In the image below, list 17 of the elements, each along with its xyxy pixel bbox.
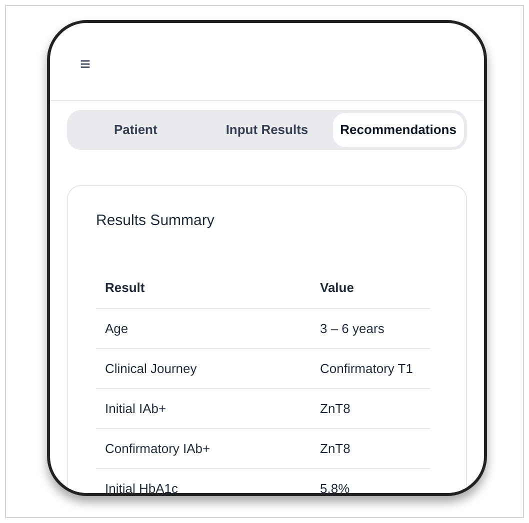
card-title: Results Summary (96, 211, 216, 231)
table-cell: 5.8% (320, 480, 350, 493)
tab[interactable]: Patient (70, 113, 202, 147)
table-cell: ZnT8 (320, 440, 350, 456)
table-cell: Confirmatory T1 (320, 360, 413, 376)
table-cell: Initial IAb+ (105, 400, 166, 416)
table-cell: ZnT8 (320, 400, 350, 416)
table-cell: Clinical Journey (105, 360, 197, 376)
tab[interactable]: Input Results (201, 113, 333, 147)
column-header: Value (320, 280, 354, 294)
table-cell: Initial HbA1c (105, 480, 178, 493)
tab[interactable]: Recommendations (332, 113, 464, 147)
table-cell: Age (105, 320, 128, 336)
table-cell: 3 – 6 years (320, 320, 384, 336)
table-cell: Confirmatory IAb+ (105, 440, 210, 456)
menu-icon[interactable]: ≡ (80, 54, 91, 72)
column-header: Result (105, 280, 145, 294)
